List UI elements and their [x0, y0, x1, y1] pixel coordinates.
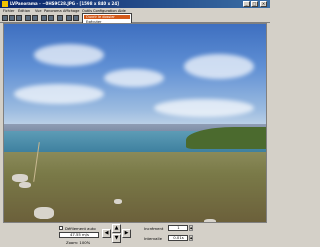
cloud [14, 84, 104, 104]
rotate-icon[interactable] [41, 15, 47, 21]
app-icon [2, 1, 8, 7]
cloud [104, 69, 164, 87]
auto-scroll-label: Défilement auto [65, 226, 96, 231]
control-panel: Défilement auto 47.55 m/s Zoom: 100% ◀ ▲… [0, 223, 270, 247]
down-arrow-icon[interactable]: ▼ [112, 234, 121, 243]
close-icon[interactable]: × [260, 1, 267, 7]
dropdown-item-open-folder[interactable]: Ouvrir le dossier [84, 15, 130, 19]
menu-vue[interactable]: Vue [35, 9, 42, 13]
open-icon[interactable] [2, 15, 8, 21]
rock [34, 207, 54, 219]
minimize-icon[interactable]: _ [243, 1, 250, 7]
cloud [34, 44, 104, 66]
zoom-out-icon[interactable] [32, 15, 38, 21]
auto-scroll-checkbox[interactable] [59, 226, 63, 230]
rock [12, 174, 28, 182]
interval-field[interactable]: 0.01s [168, 235, 188, 241]
interval-spinner[interactable]: ◆ [189, 235, 193, 241]
save-icon[interactable] [9, 15, 15, 21]
window-title: LVPanorama - ~0HS9C28.JPG - [1598 x 840 … [10, 1, 119, 6]
toolbar [0, 14, 270, 23]
title-bar: LVPanorama - ~0HS9C28.JPG - [1598 x 840 … [0, 0, 270, 8]
pano-icon[interactable] [66, 15, 72, 21]
app-window: LVPanorama - ~0HS9C28.JPG - [1598 x 840 … [0, 0, 270, 247]
up-arrow-icon[interactable]: ▲ [112, 224, 121, 233]
increment-field[interactable]: 1 [168, 225, 188, 231]
increment-spinner[interactable]: ◆ [189, 225, 193, 231]
menu-fichier[interactable]: Fichier [3, 9, 14, 13]
film-icon[interactable] [73, 15, 79, 21]
rock [114, 199, 122, 204]
prev-arrow-icon[interactable]: ◀ [102, 229, 111, 238]
speed-field[interactable]: 47.55 m/s [59, 232, 99, 238]
menu-edition[interactable]: Édition [18, 9, 30, 13]
panorama-view[interactable] [3, 23, 267, 223]
rock [19, 182, 31, 188]
maximize-icon[interactable]: □ [251, 1, 258, 7]
cloud [184, 54, 254, 79]
fit-icon[interactable] [48, 15, 54, 21]
interval-label: Intervalle [144, 236, 162, 241]
print-icon[interactable] [16, 15, 22, 21]
increment-label: Incrément [144, 226, 164, 231]
next-arrow-icon[interactable]: ▶ [122, 229, 131, 238]
menu-affichage[interactable]: Affichage [63, 9, 79, 13]
zoom-label: Zoom: 100% [66, 240, 91, 245]
menu-panorama[interactable]: Panorama [44, 9, 62, 13]
zoom-in-icon[interactable] [25, 15, 31, 21]
settings-icon[interactable] [57, 15, 63, 21]
green-hill [186, 127, 266, 149]
cloud [154, 99, 254, 117]
